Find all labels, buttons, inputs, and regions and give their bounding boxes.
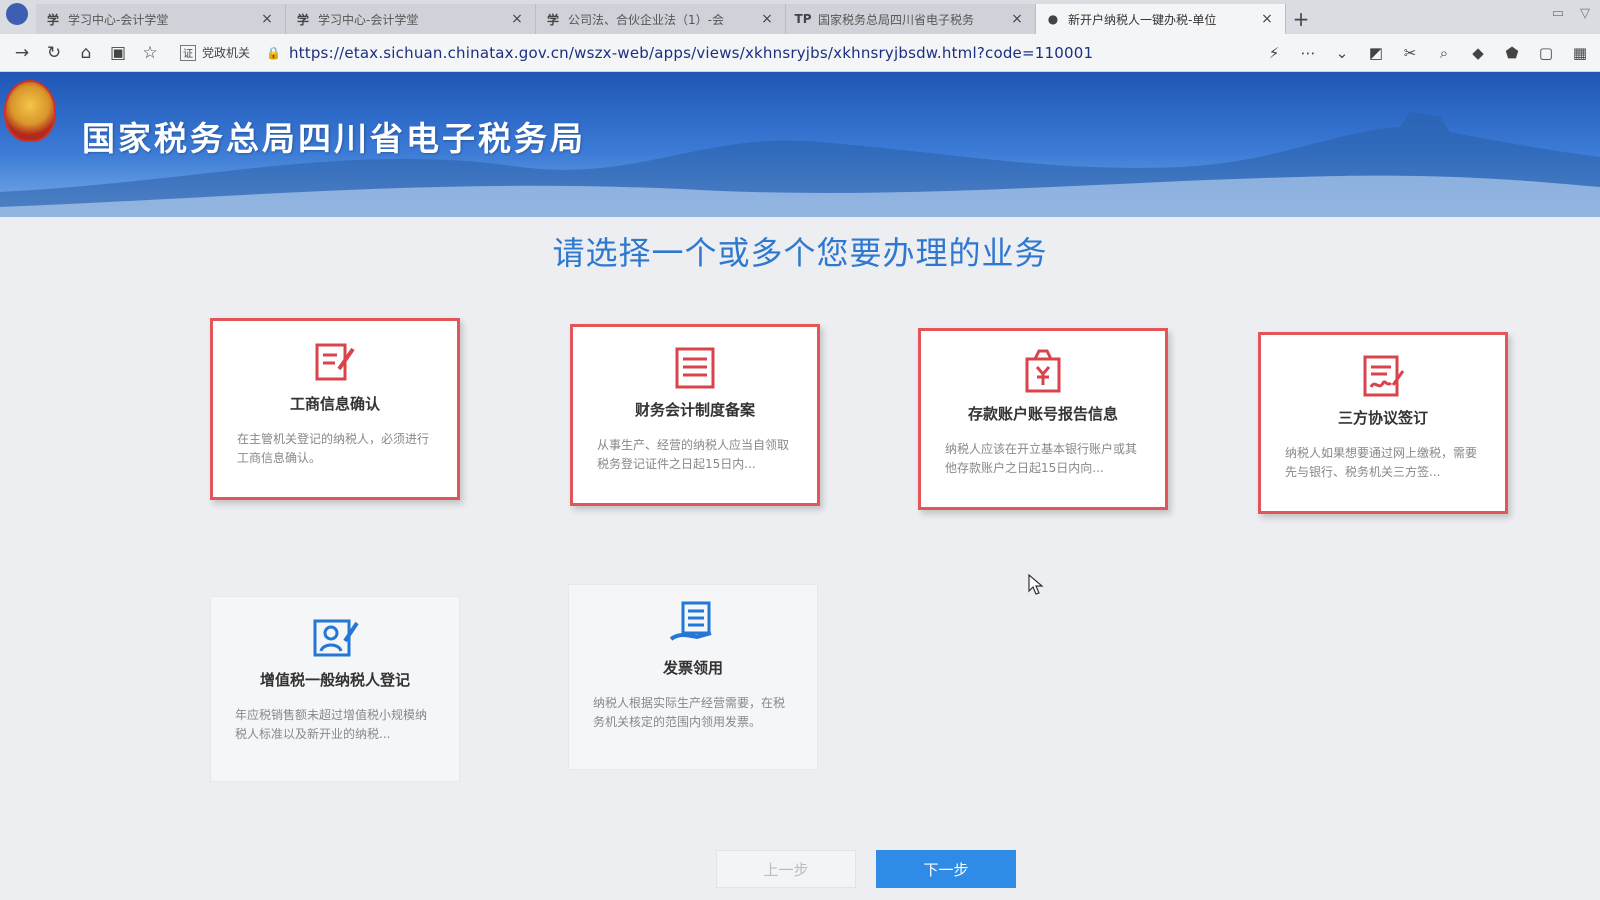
reload-button[interactable]: ↻ <box>38 38 70 68</box>
card-title: 财务会计制度备案 <box>634 401 755 419</box>
next-step-button[interactable]: 下一步 <box>876 850 1016 888</box>
person-register-icon <box>313 619 359 657</box>
browser-tab-4[interactable]: TP 国家税务总局四川省电子税务 × <box>786 4 1036 34</box>
business-card-business-info[interactable]: 工商信息确认 在主管机关登记的纳税人，必须进行工商信息确认。 <box>210 318 460 500</box>
tab-label: 新开户纳税人一键办税-单位 <box>1068 12 1217 27</box>
business-card-accounting-system[interactable]: 财务会计制度备案 从事生产、经营的纳税人应当自领取税务登记证件之日起15日内..… <box>570 324 820 506</box>
tab-close-icon[interactable]: × <box>259 11 275 27</box>
lock-icon: 🔒 <box>266 45 281 60</box>
list-document-icon <box>675 347 715 389</box>
browser-tab-5-active[interactable]: ● 新开户纳税人一键办税-单位 × <box>1036 4 1286 34</box>
bookmark-item[interactable]: 证 党政机关 <box>180 44 250 61</box>
signed-document-icon <box>1363 355 1405 397</box>
tab-label: 学习中心-会计学堂 <box>318 12 419 27</box>
business-card-invoice-collection[interactable]: 发票领用 纳税人根据实际生产经营需要，在税务机关核定的范围内领用发票。 <box>568 584 818 770</box>
tab-favicon-icon: 学 <box>296 12 309 27</box>
business-card-tripartite-agreement[interactable]: 三方协议签订 纳税人如果想要通过网上缴税，需要先与银行、税务机关三方签... <box>1258 332 1508 514</box>
card-title: 发票领用 <box>662 659 723 677</box>
extension-icon[interactable]: ▣ <box>102 38 134 68</box>
window-controls: ▭ ▽ <box>1552 6 1590 21</box>
edit-document-icon <box>315 343 355 381</box>
chevron-down-icon[interactable]: ⌄ <box>1328 38 1356 68</box>
apps-grid-icon[interactable]: ▦ <box>1566 38 1594 68</box>
tab-close-icon[interactable]: × <box>509 11 525 27</box>
tab-close-icon[interactable]: × <box>1009 11 1025 27</box>
window-icon[interactable]: ▢ <box>1532 38 1560 68</box>
money-bag-icon <box>1025 349 1061 393</box>
search-icon[interactable]: ⌕ <box>1430 38 1458 68</box>
business-card-bank-account[interactable]: 存款账户账号报告信息 纳税人应该在开立基本银行账户或其他存款账户之日起15日内向… <box>918 328 1168 510</box>
window-minimize-icon[interactable]: ▭ <box>1552 6 1564 21</box>
tab-label: 国家税务总局四川省电子税务 <box>818 12 975 27</box>
new-tab-button[interactable]: + <box>1286 4 1316 34</box>
card-description: 在主管机关登记的纳税人，必须进行工商信息确认。 <box>237 432 430 465</box>
tab-label: 公司法、合伙企业法（1）-会 <box>568 12 724 27</box>
mouse-cursor-icon <box>1028 574 1044 595</box>
business-card-vat-registration[interactable]: 增值税一般纳税人登记 年应税销售额未超过增值税小规模纳税人标准以及新开业的纳税.… <box>210 596 460 782</box>
prev-step-button[interactable]: 上一步 <box>716 850 856 888</box>
tab-close-icon[interactable]: × <box>1259 11 1275 27</box>
card-description: 纳税人根据实际生产经营需要，在税务机关核定的范围内领用发票。 <box>593 696 786 729</box>
address-bar[interactable]: https://etax.sichuan.chinatax.gov.cn/wsz… <box>289 44 1260 62</box>
game-icon[interactable]: ◆ <box>1464 38 1492 68</box>
page-heading: 请选择一个或多个您要办理的业务 <box>552 234 1048 272</box>
forward-button[interactable]: → <box>6 38 38 68</box>
tab-favicon-icon: ● <box>1047 12 1059 26</box>
browser-logo-icon[interactable] <box>6 3 28 25</box>
tab-favicon-icon: 学 <box>46 12 59 27</box>
browser-tab-1[interactable]: 学 学习中心-会计学堂 × <box>36 4 286 34</box>
tax-bureau-emblem-icon <box>4 80 56 142</box>
card-description: 纳税人如果想要通过网上缴税，需要先与银行、税务机关三方签... <box>1285 446 1478 479</box>
card-title: 三方协议签订 <box>1337 409 1428 427</box>
browser-tab-3[interactable]: 学 公司法、合伙企业法（1）-会 × <box>536 4 786 34</box>
card-description: 纳税人应该在开立基本银行账户或其他存款账户之日起15日内向... <box>945 442 1138 475</box>
shield-icon[interactable]: ⬟ <box>1498 38 1526 68</box>
toolbar-right: ⚡ ⋯ ⌄ ◩ ✂ ⌕ ◆ ⬟ ▢ ▦ <box>1260 38 1594 68</box>
card-title: 工商信息确认 <box>289 395 380 413</box>
invoice-hand-icon <box>669 601 712 641</box>
bookmark-label: 党政机关 <box>202 46 251 60</box>
scissors-icon[interactable]: ✂ <box>1396 38 1424 68</box>
browser-tab-2[interactable]: 学 学习中心-会计学堂 × <box>286 4 536 34</box>
tab-favicon-icon: TP <box>794 12 812 26</box>
tab-label: 学习中心-会计学堂 <box>68 12 169 27</box>
browser-nav-bar: → ↻ ⌂ ▣ ☆ 证 党政机关 🔒 https://etax.sichuan.… <box>0 34 1600 72</box>
card-description: 从事生产、经营的纳税人应当自领取税务登记证件之日起15日内... <box>597 438 790 471</box>
site-banner: 国家税务总局四川省电子税务局 <box>0 72 1600 217</box>
lightning-icon[interactable]: ⚡ <box>1260 38 1288 68</box>
favorites-icon[interactable]: ☆ <box>134 38 166 68</box>
window-menu-icon[interactable]: ▽ <box>1580 6 1590 21</box>
browser-tab-bar: 学 学习中心-会计学堂 × 学 学习中心-会计学堂 × 学 公司法、合伙企业法（… <box>0 0 1600 34</box>
site-title: 国家税务总局四川省电子税务局 <box>82 119 586 158</box>
tab-favicon-icon: 学 <box>546 12 559 27</box>
bookmark-icon: 证 <box>180 44 196 61</box>
card-description: 年应税销售额未超过增值税小规模纳税人标准以及新开业的纳税... <box>235 708 428 741</box>
home-button[interactable]: ⌂ <box>70 38 102 68</box>
card-title: 增值税一般纳税人登记 <box>259 671 410 689</box>
extension-square-icon[interactable]: ◩ <box>1362 38 1390 68</box>
card-title: 存款账户账号报告信息 <box>967 405 1118 423</box>
more-icon[interactable]: ⋯ <box>1294 38 1322 68</box>
tab-close-icon[interactable]: × <box>759 11 775 27</box>
